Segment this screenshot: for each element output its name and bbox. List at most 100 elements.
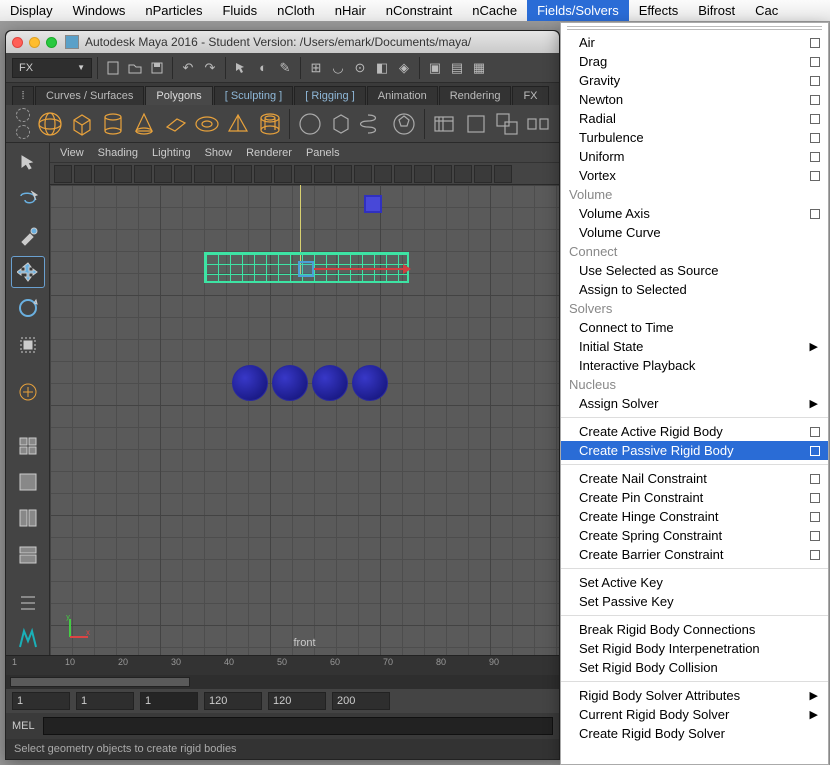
panel-btn[interactable]	[394, 165, 412, 183]
close-icon[interactable]	[12, 37, 23, 48]
menu-item-air[interactable]: Air	[561, 33, 828, 52]
helix-icon[interactable]	[358, 109, 387, 139]
option-box-icon[interactable]	[810, 512, 820, 522]
mac-menu-nparticles[interactable]: nParticles	[135, 0, 212, 21]
poly-torus-icon[interactable]	[192, 109, 221, 139]
panel-btn[interactable]	[454, 165, 472, 183]
menu-item-volume-axis[interactable]: Volume Axis	[561, 204, 828, 223]
lasso-icon[interactable]: ◐	[253, 58, 273, 78]
panel-btn[interactable]	[194, 165, 212, 183]
poly-sphere-icon[interactable]	[36, 109, 65, 139]
poly-cylinder-icon[interactable]	[98, 109, 127, 139]
move-tool[interactable]	[11, 256, 45, 288]
outliner-icon[interactable]	[11, 586, 45, 618]
menu-item-set-passive-key[interactable]: Set Passive Key	[561, 592, 828, 611]
panel-btn[interactable]	[434, 165, 452, 183]
time-slider[interactable]: 1102030405060708090	[6, 655, 559, 689]
manipulator-y-handle[interactable]	[364, 195, 382, 213]
menu-item-set-active-key[interactable]: Set Active Key	[561, 573, 828, 592]
tab-polygons[interactable]: Polygons	[145, 86, 212, 105]
panel-btn[interactable]	[274, 165, 292, 183]
menu-item-rigid-body-solver-attributes[interactable]: Rigid Body Solver Attributes▶	[561, 686, 828, 705]
current-frame-field[interactable]: 1	[140, 692, 198, 710]
option-box-icon[interactable]	[810, 38, 820, 48]
menu-tear-off[interactable]	[561, 23, 828, 33]
undo-icon[interactable]: ↶	[178, 58, 198, 78]
layout-four-icon[interactable]	[11, 430, 45, 462]
poly-pyramid-icon[interactable]	[224, 109, 253, 139]
option-box-icon[interactable]	[810, 171, 820, 181]
panel-btn[interactable]	[374, 165, 392, 183]
maya-logo-icon[interactable]	[11, 623, 45, 655]
range-in-field[interactable]: 1	[76, 692, 134, 710]
range-end-field[interactable]: 200	[332, 692, 390, 710]
menu-item-create-rigid-body-solver[interactable]: Create Rigid Body Solver	[561, 724, 828, 743]
range-start-field[interactable]: 1	[12, 692, 70, 710]
platonic-icon[interactable]	[295, 109, 324, 139]
mac-menu-nhair[interactable]: nHair	[325, 0, 376, 21]
shelf-options-icon[interactable]	[16, 108, 30, 122]
option-box-icon[interactable]	[810, 114, 820, 124]
select-tool[interactable]	[11, 147, 45, 179]
mac-menu-fluids[interactable]: Fluids	[212, 0, 267, 21]
menu-item-create-hinge-constraint[interactable]: Create Hinge Constraint	[561, 507, 828, 526]
menu-item-initial-state[interactable]: Initial State▶	[561, 337, 828, 356]
menu-item-vortex[interactable]: Vortex	[561, 166, 828, 185]
render-settings-icon[interactable]: ▦	[469, 58, 489, 78]
poly-sphere-object[interactable]	[272, 365, 308, 401]
snap-grid-icon[interactable]: ⊞	[306, 58, 326, 78]
paint-tool[interactable]	[11, 220, 45, 252]
poly-sphere-object[interactable]	[312, 365, 348, 401]
option-box-icon[interactable]	[810, 427, 820, 437]
option-box-icon[interactable]	[810, 474, 820, 484]
menu-item-use-selected-as-source[interactable]: Use Selected as Source	[561, 261, 828, 280]
poly-pipe-icon[interactable]	[255, 109, 284, 139]
panel-btn[interactable]	[334, 165, 352, 183]
panel-btn[interactable]	[74, 165, 92, 183]
mac-menu-bifrost[interactable]: Bifrost	[688, 0, 745, 21]
option-box-icon[interactable]	[810, 133, 820, 143]
menu-set-selector[interactable]: FX ▼	[12, 58, 92, 78]
mac-menu-windows[interactable]: Windows	[63, 0, 136, 21]
svg-icon[interactable]	[461, 109, 490, 139]
redo-icon[interactable]: ↷	[200, 58, 220, 78]
snap-live-icon[interactable]: ◈	[394, 58, 414, 78]
menu-item-create-nail-constraint[interactable]: Create Nail Constraint	[561, 469, 828, 488]
panel-menu-renderer[interactable]: Renderer	[246, 147, 292, 159]
menu-item-create-spring-constraint[interactable]: Create Spring Constraint	[561, 526, 828, 545]
panel-btn[interactable]	[154, 165, 172, 183]
shelf-edit-icon[interactable]	[16, 125, 30, 139]
menu-item-assign-to-selected[interactable]: Assign to Selected	[561, 280, 828, 299]
option-box-icon[interactable]	[810, 209, 820, 219]
menu-item-break-rigid-body-connections[interactable]: Break Rigid Body Connections	[561, 620, 828, 639]
panel-btn[interactable]	[234, 165, 252, 183]
panel-btn[interactable]	[314, 165, 332, 183]
panel-btn[interactable]	[494, 165, 512, 183]
menu-item-radial[interactable]: Radial	[561, 109, 828, 128]
menu-item-connect-to-time[interactable]: Connect to Time	[561, 318, 828, 337]
option-box-icon[interactable]	[810, 531, 820, 541]
range-handle[interactable]	[10, 677, 190, 687]
rotate-tool[interactable]	[11, 292, 45, 324]
manipulator-center[interactable]	[298, 261, 314, 277]
panel-btn[interactable]	[254, 165, 272, 183]
tab-rigging[interactable]: [ Rigging ]	[294, 86, 366, 105]
manipulator-x-axis[interactable]	[314, 268, 409, 270]
range-out-field[interactable]: 120	[268, 692, 326, 710]
mel-input[interactable]	[43, 717, 553, 735]
menu-item-set-rigid-body-interpenetration[interactable]: Set Rigid Body Interpenetration	[561, 639, 828, 658]
viewport[interactable]: yx front	[50, 185, 559, 655]
panel-btn[interactable]	[94, 165, 112, 183]
last-tool[interactable]	[11, 376, 45, 408]
menu-item-interactive-playback[interactable]: Interactive Playback	[561, 356, 828, 375]
type-icon[interactable]	[430, 109, 459, 139]
option-box-icon[interactable]	[810, 493, 820, 503]
combine-icon[interactable]	[492, 109, 521, 139]
panel-menu-view[interactable]: View	[60, 147, 84, 159]
tab-rendering[interactable]: Rendering	[439, 86, 512, 105]
layout-persp-icon[interactable]	[11, 539, 45, 571]
new-scene-icon[interactable]	[103, 58, 123, 78]
poly-cone-icon[interactable]	[130, 109, 159, 139]
snap-curve-icon[interactable]: ◡	[328, 58, 348, 78]
scale-tool[interactable]	[11, 328, 45, 360]
